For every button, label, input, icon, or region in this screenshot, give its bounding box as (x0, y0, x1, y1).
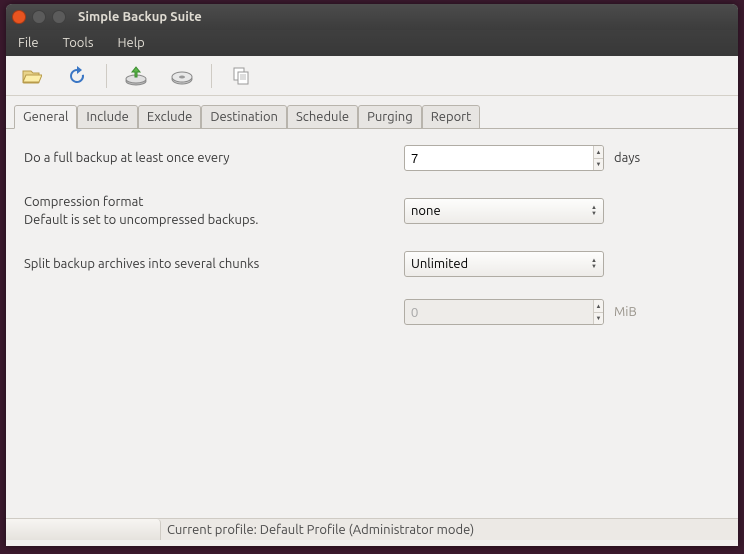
chevron-up-icon: ▲ (594, 300, 603, 312)
menu-tools[interactable]: Tools (59, 34, 98, 52)
compression-value: none (411, 204, 441, 218)
maximize-icon[interactable] (52, 10, 66, 24)
toolbar-separator (106, 64, 107, 88)
toolbar (6, 56, 738, 96)
full-backup-unit: days (614, 151, 674, 165)
full-backup-label: Do a full backup at least once every (24, 149, 394, 167)
chevron-up-icon[interactable]: ▲ (594, 146, 603, 158)
minimize-icon[interactable] (32, 10, 46, 24)
compression-label-sub: Default is set to uncompressed backups. (24, 211, 394, 229)
status-handle (6, 519, 161, 540)
split-size-input (405, 300, 593, 324)
compression-label: Compression format Default is set to unc… (24, 193, 394, 229)
full-backup-spinner[interactable]: ▲ ▼ (404, 145, 604, 171)
backup-now-button[interactable] (119, 60, 153, 92)
compression-label-title: Compression format (24, 193, 394, 211)
chevron-down-icon: ▼ (594, 312, 603, 324)
toolbar-separator (211, 64, 212, 88)
tab-exclude[interactable]: Exclude (138, 105, 202, 129)
app-window: Simple Backup Suite File Tools Help Gene… (6, 4, 738, 546)
statusbar: Current profile: Default Profile (Admini… (6, 518, 738, 540)
refresh-button[interactable] (60, 60, 94, 92)
tab-report[interactable]: Report (422, 105, 481, 129)
tab-destination[interactable]: Destination (201, 105, 287, 129)
compression-combo[interactable]: none ▲▼ (404, 198, 604, 224)
tab-panel-general: Do a full backup at least once every ▲ ▼… (6, 128, 738, 518)
split-label: Split backup archives into several chunk… (24, 255, 394, 273)
split-size-spinner: ▲ ▼ (404, 299, 604, 325)
drive-button[interactable] (165, 60, 199, 92)
spinner-buttons: ▲ ▼ (593, 146, 603, 170)
close-icon[interactable] (12, 10, 26, 24)
tab-purging[interactable]: Purging (358, 105, 422, 129)
chevron-down-icon[interactable]: ▼ (594, 158, 603, 170)
tab-general[interactable]: General (14, 105, 77, 129)
window-title: Simple Backup Suite (78, 10, 202, 24)
split-value: Unlimited (411, 257, 468, 271)
menu-help[interactable]: Help (113, 34, 148, 52)
tab-include[interactable]: Include (77, 105, 137, 129)
menu-file[interactable]: File (14, 34, 43, 52)
spinner-buttons: ▲ ▼ (593, 300, 603, 324)
combo-arrows-icon: ▲▼ (591, 205, 597, 217)
copy-button[interactable] (224, 60, 258, 92)
combo-arrows-icon: ▲▼ (591, 258, 597, 270)
titlebar: Simple Backup Suite (6, 4, 738, 30)
full-backup-input[interactable] (405, 146, 593, 170)
tabs: General Include Exclude Destination Sche… (6, 96, 738, 128)
split-size-unit: MiB (614, 305, 674, 319)
split-combo[interactable]: Unlimited ▲▼ (404, 251, 604, 277)
tab-schedule[interactable]: Schedule (287, 105, 358, 129)
open-profile-button[interactable] (14, 60, 48, 92)
status-text: Current profile: Default Profile (Admini… (161, 523, 474, 537)
menubar: File Tools Help (6, 30, 738, 56)
